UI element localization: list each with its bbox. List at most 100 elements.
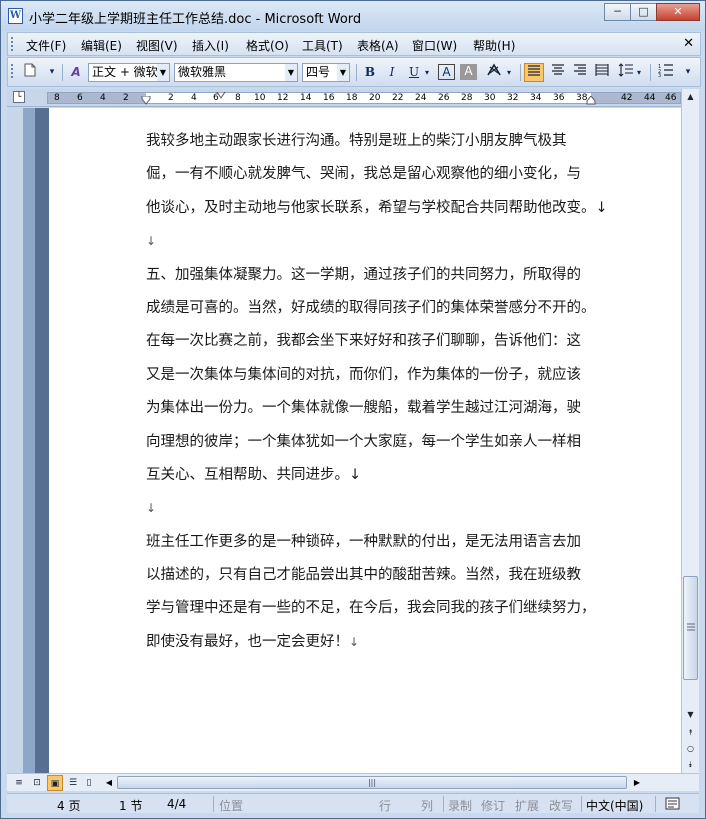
vertical-scrollbar[interactable]: ▲ ▼ ⯭ ○ ⯯ [681, 89, 699, 773]
print-layout-view-icon[interactable]: ▣ [47, 775, 63, 791]
font-combo-value: 微软雅黑 [178, 65, 227, 79]
text-line: 班主任工作更多的是一种锁碎，一种默默的付出，是无法用语言去加 [146, 533, 581, 550]
tab-stop-selector-icon[interactable]: └ [13, 91, 25, 103]
line-spacing-icon[interactable] [616, 63, 636, 82]
end-paragraph-mark: ↓ [349, 634, 360, 649]
align-center-icon [552, 64, 564, 75]
chevron-down-icon[interactable]: ▼ [285, 64, 297, 81]
horizontal-scroll-thumb[interactable]: ||| [117, 776, 627, 789]
reading-view-icon[interactable]: ▯ [81, 775, 97, 791]
close-button[interactable]: ✕ [656, 3, 700, 21]
scroll-down-icon[interactable]: ▼ [683, 707, 698, 723]
status-column: 列 [421, 799, 434, 813]
highlight-chevron-down-icon[interactable]: ▾ [504, 63, 514, 82]
horizontal-scroll-track[interactable]: ◀ ||| ▶ [103, 776, 643, 789]
next-page-icon[interactable]: ⯯ [683, 757, 698, 773]
text-line: 又是一次集体与集体间的对抗，而你们，作为集体的一份子，就应该 [146, 366, 581, 383]
menu-edit[interactable]: 编辑(E) [81, 37, 122, 54]
menubar-grip[interactable] [11, 37, 14, 51]
menu-help[interactable]: 帮助(H) [473, 37, 515, 54]
status-extend[interactable]: 扩展 [515, 797, 539, 814]
align-justify-button[interactable] [524, 63, 544, 82]
status-page-of: 4/4 [167, 797, 187, 811]
spelling-grammar-status-icon[interactable] [665, 797, 681, 811]
scroll-right-icon[interactable]: ▶ [631, 776, 643, 789]
vertical-ruler[interactable] [7, 108, 23, 773]
outline-view-icon[interactable]: ☰ [65, 775, 81, 791]
text-line: 互关心、互相帮助、共同进步。↓ [146, 466, 362, 483]
text-line: 在每一次比赛之前，我都会坐下来好好和孩子们聊聊，告诉他们：这 [146, 333, 581, 350]
first-line-indent-marker-icon[interactable] [216, 92, 226, 99]
align-right-button[interactable] [570, 63, 590, 82]
align-justify-icon [528, 65, 540, 76]
underline-button[interactable]: U [404, 63, 424, 82]
character-border-button[interactable]: A [438, 64, 455, 80]
menu-tools[interactable]: 工具(T) [302, 37, 343, 54]
right-indent-marker-icon[interactable] [586, 96, 596, 105]
document-page[interactable]: 我较多地主动跟家长进行沟通。特别是班上的柴汀小朋友脾气极其 倔，一有不顺心就发脾… [49, 108, 681, 773]
chevron-down-icon[interactable]: ▼ [157, 64, 169, 81]
scroll-left-icon[interactable]: ◀ [103, 776, 115, 789]
font-size-combo[interactable]: 四号 ▼ [302, 63, 350, 82]
previous-page-icon[interactable]: ⯭ [683, 725, 698, 741]
left-indent-marker-icon[interactable] [141, 96, 151, 105]
vertical-scroll-thumb[interactable] [683, 576, 698, 680]
web-view-icon[interactable]: ⊡ [29, 775, 45, 791]
line-spacing-chevron-down-icon[interactable]: ▾ [634, 63, 644, 82]
menu-file[interactable]: 文件(F) [26, 37, 66, 54]
status-track-changes[interactable]: 修订 [481, 797, 505, 814]
ruler-number: 32 [507, 93, 519, 103]
horizontal-ruler[interactable]: └ 8 6 4 2 2 4 6 8 10 12 14 16 18 20 22 2… [7, 89, 681, 107]
toolbar-more-chevron-icon[interactable]: ▾ [678, 63, 698, 82]
menu-window[interactable]: 窗口(W) [412, 37, 457, 54]
grip-icon [687, 623, 695, 631]
close-document-icon[interactable]: ✕ [683, 36, 694, 51]
font-combo[interactable]: 微软雅黑 ▼ [174, 63, 298, 82]
select-browse-object-icon[interactable]: ○ [683, 741, 698, 757]
distributed-align-button[interactable] [592, 63, 612, 82]
character-shading-button[interactable]: A [460, 64, 477, 80]
style-combo[interactable]: 正文 + 微软 ▼ [88, 63, 170, 82]
bold-button[interactable]: B [360, 63, 380, 82]
ruler-number: 42 [621, 93, 633, 103]
text-line: 倔，一有不顺心就发脾气、哭闹，我总是留心观察他的细小变化，与 [146, 166, 581, 183]
status-overtype[interactable]: 改写 [549, 797, 573, 814]
text-line: 以描述的，只有自己才能品尝出其中的酸甜苦辣。当然，我在班级教 [146, 567, 581, 584]
menu-format[interactable]: 格式(O) [246, 37, 289, 54]
restore-button[interactable]: □ [630, 3, 657, 21]
word-app-icon[interactable]: W [8, 8, 23, 24]
styles-pane-icon[interactable]: A [66, 63, 86, 82]
menu-view[interactable]: 视图(V) [136, 37, 178, 54]
status-section: 1 节 [119, 799, 143, 813]
text-line: 为集体出一份力。一个集体就像一艘船，载着学生越过江河湖海，驶 [146, 400, 581, 417]
document-body[interactable]: 我较多地主动跟家长进行沟通。特别是班上的柴汀小朋友脾气极其 倔，一有不顺心就发脾… [146, 125, 608, 659]
svg-text:3: 3 [658, 73, 661, 77]
italic-button[interactable]: I [382, 63, 402, 82]
menu-table[interactable]: 表格(A) [357, 37, 399, 54]
ruler-number: 26 [438, 93, 450, 103]
ruler-number: 8 [235, 93, 241, 103]
status-separator [655, 796, 656, 812]
ruler-number: 4 [100, 93, 106, 103]
normal-view-icon[interactable]: ≡ [11, 775, 27, 791]
highlight-icon[interactable] [484, 63, 504, 82]
ruler-number: 22 [392, 93, 404, 103]
chevron-down-icon[interactable]: ▼ [337, 64, 349, 81]
numbering-icon[interactable]: 123 [656, 63, 676, 82]
title-bar: W 小学二年级上学期班主任工作总结.doc - Microsoft Word ─… [1, 1, 705, 31]
toolbar-options-chevron-icon[interactable]: ▾ [42, 63, 62, 82]
scroll-up-icon[interactable]: ▲ [683, 89, 698, 105]
horizontal-scrollbar[interactable]: ≡ ⊡ ▣ ☰ ▯ ◀ ||| ▶ [7, 773, 699, 791]
last-line-text: 即使没有最好，也一定会更好！ [146, 633, 349, 650]
ruler-number: 2 [168, 93, 174, 103]
text-line: 他谈心，及时主动地与他家长联系，希望与学校配合共同帮助他改变。↓ [146, 199, 608, 216]
toolbar-grip[interactable] [11, 64, 14, 78]
minimize-button[interactable]: ─ [604, 3, 631, 21]
align-center-button[interactable] [548, 63, 568, 82]
underline-chevron-down-icon[interactable]: ▾ [422, 63, 432, 82]
menu-insert[interactable]: 插入(I) [192, 37, 229, 54]
new-document-icon[interactable] [20, 63, 40, 82]
status-language[interactable]: 中文(中国) [586, 797, 643, 814]
status-record[interactable]: 录制 [448, 797, 472, 814]
paragraph-mark: ↓ [146, 501, 157, 516]
